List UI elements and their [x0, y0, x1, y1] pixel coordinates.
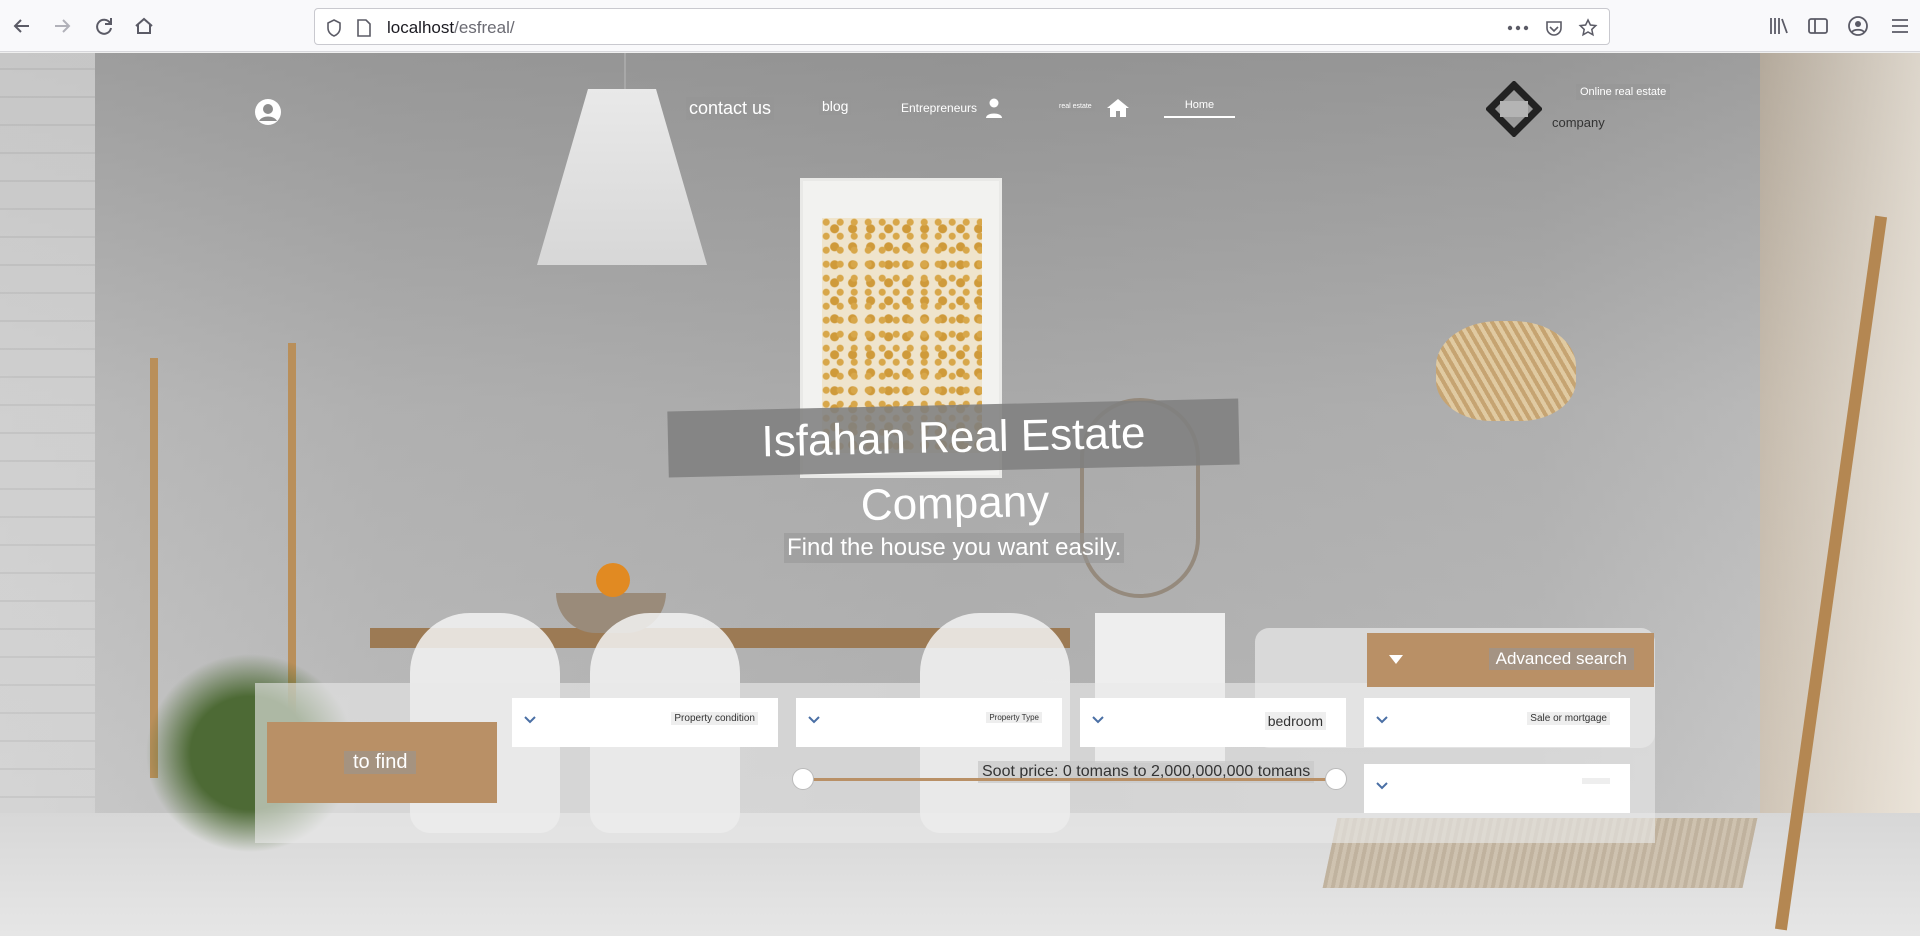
pocket-icon[interactable] [1543, 17, 1565, 39]
person-icon[interactable] [985, 98, 1003, 123]
account-icon[interactable] [1844, 12, 1872, 40]
url-host: localhost [387, 18, 455, 37]
hero-title: Isfahan Real Estate Company [667, 398, 1240, 530]
library-icon[interactable] [1765, 12, 1793, 40]
extra-select-label [1582, 778, 1610, 784]
more-actions-icon[interactable] [1507, 17, 1529, 39]
find-button-label: to find [344, 751, 417, 774]
page-icon [353, 17, 375, 39]
sidebar-icon[interactable] [1804, 12, 1832, 40]
house-icon[interactable] [1106, 98, 1130, 123]
extra-select[interactable] [1364, 764, 1630, 813]
nav-real-estate[interactable]: real estate [1056, 102, 1095, 111]
logo-company: company [1552, 115, 1605, 130]
bedroom-select[interactable]: bedroom [1080, 698, 1346, 747]
pendant-lamp [537, 89, 707, 265]
price-slider-min-handle[interactable] [792, 768, 814, 790]
shield-icon[interactable] [323, 17, 345, 39]
chevron-down-icon [1376, 782, 1388, 790]
nav-entrepreneurs[interactable]: Entrepreneurs [898, 100, 981, 116]
reload-icon[interactable] [90, 12, 118, 40]
nav-contact-us[interactable]: contact us [686, 97, 775, 120]
forward-icon[interactable] [48, 12, 76, 40]
property-type-select[interactable]: Property Type [796, 698, 1062, 747]
bookmark-star-icon[interactable] [1577, 17, 1599, 39]
property-condition-select[interactable]: Property condition [512, 698, 778, 747]
nav-blog[interactable]: blog [819, 97, 852, 115]
advanced-search-toggle[interactable]: Advanced search [1367, 633, 1654, 687]
orange [596, 563, 630, 597]
sale-mortgage-label: Sale or mortgage [1527, 712, 1610, 725]
property-type-label: Property Type [986, 712, 1042, 723]
menu-icon[interactable] [1886, 12, 1914, 40]
chevron-down-icon [1092, 716, 1104, 724]
rattan-lamp [1436, 321, 1576, 421]
nav-home[interactable]: Home [1164, 96, 1235, 118]
url-text[interactable]: localhost/esfreal/ [387, 18, 515, 38]
logo-tagline: Online real estate [1576, 84, 1671, 100]
caret-down-icon [1389, 655, 1403, 664]
price-slider-track[interactable] [803, 778, 1337, 781]
sale-mortgage-select[interactable]: Sale or mortgage [1364, 698, 1630, 747]
hero-subtitle: Find the house you want easily. [784, 533, 1125, 563]
home-icon[interactable] [130, 12, 158, 40]
hero-section: contact us blog Entrepreneurs real estat… [0, 53, 1920, 936]
property-condition-label: Property condition [671, 712, 758, 725]
chevron-down-icon [524, 716, 536, 724]
bedroom-label: bedroom [1264, 712, 1326, 730]
user-circle-icon[interactable] [254, 98, 282, 131]
browser-toolbar: localhost/esfreal/ [0, 0, 1920, 52]
back-icon[interactable] [8, 12, 36, 40]
lamp-cord [624, 53, 626, 93]
find-button[interactable]: to find [267, 722, 497, 803]
url-path: /esfreal/ [454, 18, 515, 37]
company-logo[interactable] [1485, 80, 1543, 138]
chevron-down-icon [1376, 716, 1388, 724]
advanced-search-label: Advanced search [1488, 648, 1634, 670]
brick-wall [0, 53, 95, 936]
address-bar[interactable]: localhost/esfreal/ [314, 8, 1610, 45]
price-slider-max-handle[interactable] [1325, 768, 1347, 790]
chevron-down-icon [808, 716, 820, 724]
